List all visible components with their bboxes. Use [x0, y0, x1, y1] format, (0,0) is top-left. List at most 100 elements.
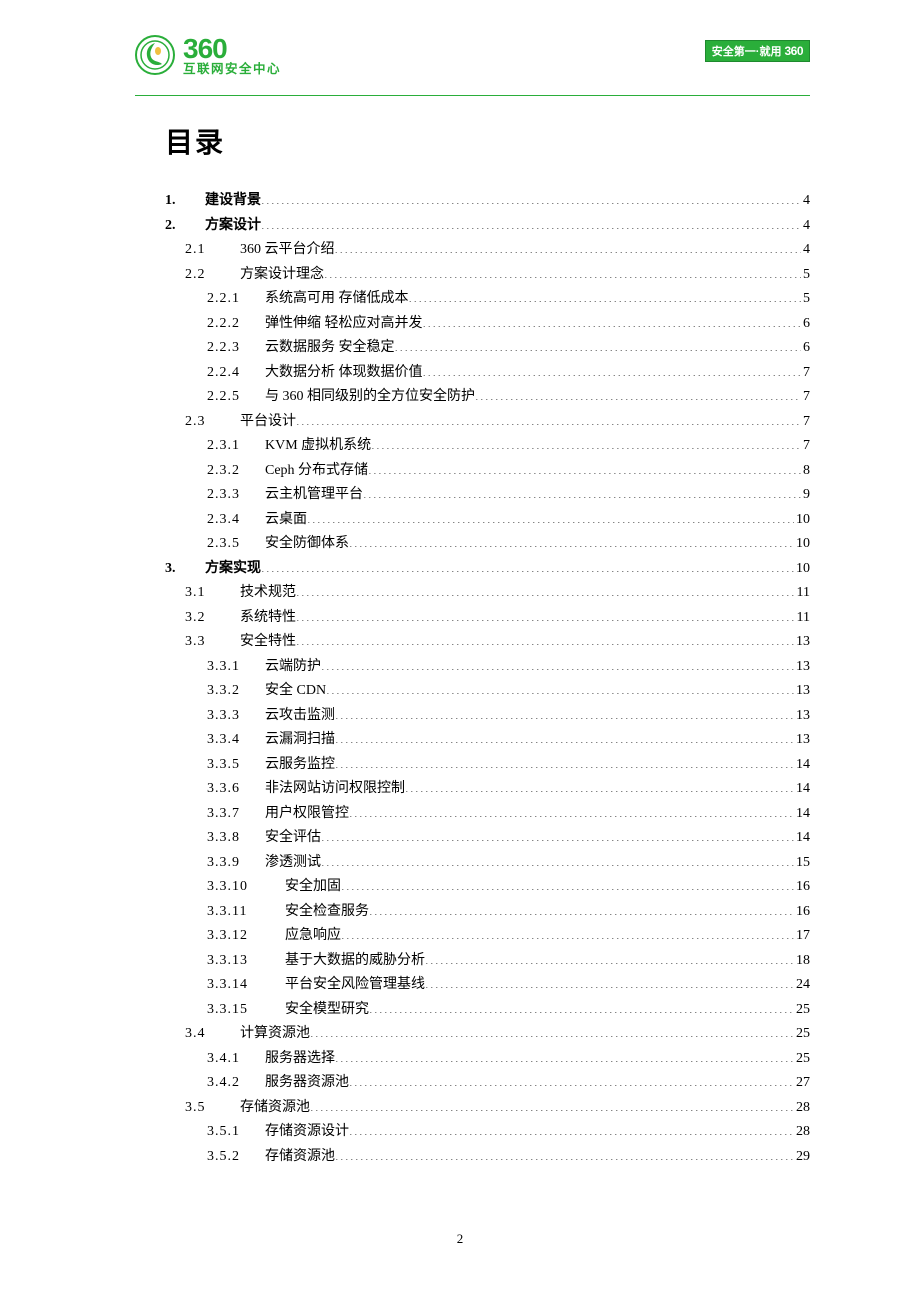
toc-entry-number: 2.1: [185, 238, 240, 263]
toc-entry-number: 3.4.1: [207, 1047, 265, 1072]
toc-entry-label: 安全检查服务: [275, 900, 369, 925]
toc-entry[interactable]: 2.2.4大数据分析 体现数据价值7: [165, 361, 810, 386]
toc-leader-dots: [425, 974, 794, 988]
toc-entry-page: 25: [794, 998, 810, 1023]
toc-entry-number: 2.2.5: [207, 385, 265, 410]
toc-entry-page: 4: [801, 189, 810, 214]
toc-entry[interactable]: 2.3平台设计7: [165, 410, 810, 435]
toc-entry[interactable]: 2.2.2弹性伸缩 轻松应对高并发6: [165, 312, 810, 337]
toc-leader-dots: [326, 680, 794, 694]
toc-entry-label: Ceph 分布式存储: [265, 459, 368, 484]
toc-entry-page: 6: [801, 336, 810, 361]
toc-entry[interactable]: 3.4.2服务器资源池27: [165, 1071, 810, 1096]
toc-entry[interactable]: 3.5存储资源池28: [165, 1096, 810, 1121]
toc-entry[interactable]: 3.3.14平台安全风险管理基线 24: [165, 973, 810, 998]
toc-entry-number: 3.3.11: [207, 900, 275, 925]
toc-entry-number: 3.5.1: [207, 1120, 265, 1145]
toc-entry[interactable]: 2.3.2Ceph 分布式存储8: [165, 459, 810, 484]
toc-entry[interactable]: 2.3.3云主机管理平台9: [165, 483, 810, 508]
toc-entry-page: 25: [794, 1047, 810, 1072]
toc-entry[interactable]: 3.5.1存储资源设计28: [165, 1120, 810, 1145]
toc-entry[interactable]: 2.2方案设计理念5: [165, 263, 810, 288]
toc-entry[interactable]: 3.3.7用户权限管控14: [165, 802, 810, 827]
toc-entry-label: 方案实现: [205, 557, 261, 582]
toc-entry[interactable]: 3.方案实现10: [165, 557, 810, 582]
toc-entry[interactable]: 2.2.1系统高可用 存储低成本5: [165, 287, 810, 312]
toc-entry-number: 3.1: [185, 581, 220, 606]
toc-entry[interactable]: 2.3.1KVM 虚拟机系统7: [165, 434, 810, 459]
toc-leader-dots: [369, 999, 794, 1013]
toc-entry[interactable]: 3.3.6非法网站访问权限控制 14: [165, 777, 810, 802]
toc-entry[interactable]: 3.4计算资源池25: [165, 1022, 810, 1047]
toc-entry-label: 非法网站访问权限控制: [265, 777, 405, 802]
toc-entry[interactable]: 3.3.13基于大数据的威胁分析18: [165, 949, 810, 974]
toc-entry-label: 安全 CDN: [265, 679, 326, 704]
toc-entry-number: 3.5.2: [207, 1145, 265, 1170]
toc-leader-dots: [335, 705, 794, 719]
toc-entry[interactable]: 1.建设背景4: [165, 189, 810, 214]
toc-entry-label: 平台安全风险管理基线: [275, 973, 425, 998]
toc-entry[interactable]: 3.3.11安全检查服务16: [165, 900, 810, 925]
toc-entry-page: 14: [794, 753, 810, 778]
toc-leader-dots: [321, 656, 794, 670]
toc-entry[interactable]: 2.3.5安全防御体系10: [165, 532, 810, 557]
toc-entry[interactable]: 3.3.8安全评估14: [165, 826, 810, 851]
toc-entry-label: 云桌面: [265, 508, 307, 533]
toc-entry-number: 3.3.13: [207, 949, 275, 974]
toc-entry[interactable]: 2.3.4云桌面10: [165, 508, 810, 533]
toc-entry-number: 2.3.1: [207, 434, 265, 459]
toc-entry[interactable]: 3.3.12应急响应17: [165, 924, 810, 949]
toc-entry-label: 技术规范: [220, 581, 296, 606]
toc-entry-page: 13: [794, 655, 810, 680]
toc-leader-dots: [475, 386, 801, 400]
toc-entry-page: 24: [794, 973, 810, 998]
badge-brand: 360: [784, 44, 803, 58]
toc-entry-number: 2.3.3: [207, 483, 265, 508]
toc-entry-page: 10: [794, 532, 810, 557]
toc-entry-number: 3.3.15: [207, 998, 275, 1023]
toc-entry[interactable]: 2.2.5与 360 相同级别的全方位安全防护7: [165, 385, 810, 410]
toc-entry-label: 大数据分析 体现数据价值: [265, 361, 423, 386]
toc-entry[interactable]: 3.3.5云服务监控14: [165, 753, 810, 778]
toc-entry[interactable]: 3.3.10安全加固16: [165, 875, 810, 900]
toc-leader-dots: [363, 484, 801, 498]
toc-entry-page: 28: [794, 1096, 810, 1121]
toc-entry-page: 11: [795, 606, 810, 631]
toc-entry[interactable]: 3.3.15安全模型研究25: [165, 998, 810, 1023]
toc-entry-number: 3.3.6: [207, 777, 265, 802]
toc-entry-label: 方案设计理念: [220, 263, 324, 288]
logo-mark-icon: [135, 35, 175, 75]
toc-entry-label: 云服务监控: [265, 753, 335, 778]
toc-leader-dots: [310, 1023, 794, 1037]
toc-entry[interactable]: 2.方案设计4: [165, 214, 810, 239]
toc-leader-dots: [423, 313, 802, 327]
toc-entry[interactable]: 3.1技术规范11: [165, 581, 810, 606]
toc-entry-number: 3.2: [185, 606, 220, 631]
brand-text-group: 360 互联网安全中心: [183, 35, 281, 76]
toc-entry-number: 3.3.9: [207, 851, 265, 876]
toc-entry-page: 13: [794, 679, 810, 704]
toc-entry[interactable]: 2.1360 云平台介绍4: [165, 238, 810, 263]
toc-leader-dots: [324, 264, 801, 278]
toc-entry[interactable]: 3.4.1服务器选择25: [165, 1047, 810, 1072]
toc-entry-number: 2.3.4: [207, 508, 265, 533]
toc-entry[interactable]: 3.3安全特性13: [165, 630, 810, 655]
toc-entry-label: 系统特性: [220, 606, 296, 631]
brand-subtitle: 互联网安全中心: [183, 63, 281, 76]
toc-entry-number: 3.3.3: [207, 704, 265, 729]
toc-entry-label: 360 云平台介绍: [240, 238, 335, 263]
toc-entry[interactable]: 3.3.2安全 CDN13: [165, 679, 810, 704]
toc-entry[interactable]: 3.3.4云漏洞扫描13: [165, 728, 810, 753]
toc-leader-dots: [307, 509, 794, 523]
toc-entry[interactable]: 3.3.9渗透测试15: [165, 851, 810, 876]
toc-entry[interactable]: 3.3.1云端防护13: [165, 655, 810, 680]
toc-entry-number: 2.2: [185, 263, 220, 288]
toc-entry[interactable]: 3.5.2存储资源池29: [165, 1145, 810, 1170]
toc-entry-page: 14: [794, 777, 810, 802]
toc-entry[interactable]: 3.2系统特性 11: [165, 606, 810, 631]
toc-entry[interactable]: 3.3.3云攻击监测13: [165, 704, 810, 729]
toc-entry-label: 安全评估: [265, 826, 321, 851]
toc-entry-number: 3.3.4: [207, 728, 265, 753]
toc-entry-number: 3.3.14: [207, 973, 275, 998]
toc-entry[interactable]: 2.2.3云数据服务 安全稳定6: [165, 336, 810, 361]
